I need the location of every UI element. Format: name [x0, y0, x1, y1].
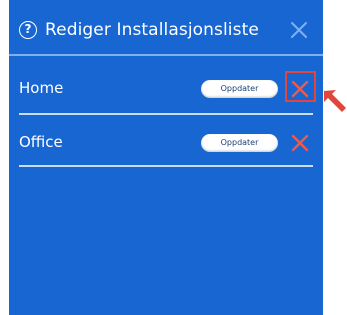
close-icon[interactable]: [290, 21, 308, 39]
edit-installation-list-panel: ? Rediger Installasjonsliste Home Oppdat…: [9, 0, 323, 315]
row-divider: [19, 165, 313, 167]
location-name: Home: [19, 79, 64, 97]
red-pointer-arrow-icon: [324, 90, 346, 112]
delete-x-icon[interactable]: [291, 134, 309, 152]
header-divider: [9, 54, 323, 56]
question-circle-icon[interactable]: ?: [19, 21, 37, 39]
delete-highlight-box: [285, 71, 316, 102]
update-button[interactable]: Oppdater: [201, 134, 278, 152]
location-name: Office: [19, 133, 63, 151]
update-button[interactable]: Oppdater: [201, 80, 278, 98]
page: ? Rediger Installasjonsliste Home Oppdat…: [0, 0, 347, 315]
list-item-office: Office Oppdater: [9, 115, 323, 167]
list-item-home: Home Oppdater: [9, 62, 323, 114]
dialog-header: ? Rediger Installasjonsliste: [9, 0, 323, 54]
dialog-title: Rediger Installasjonsliste: [45, 20, 259, 40]
